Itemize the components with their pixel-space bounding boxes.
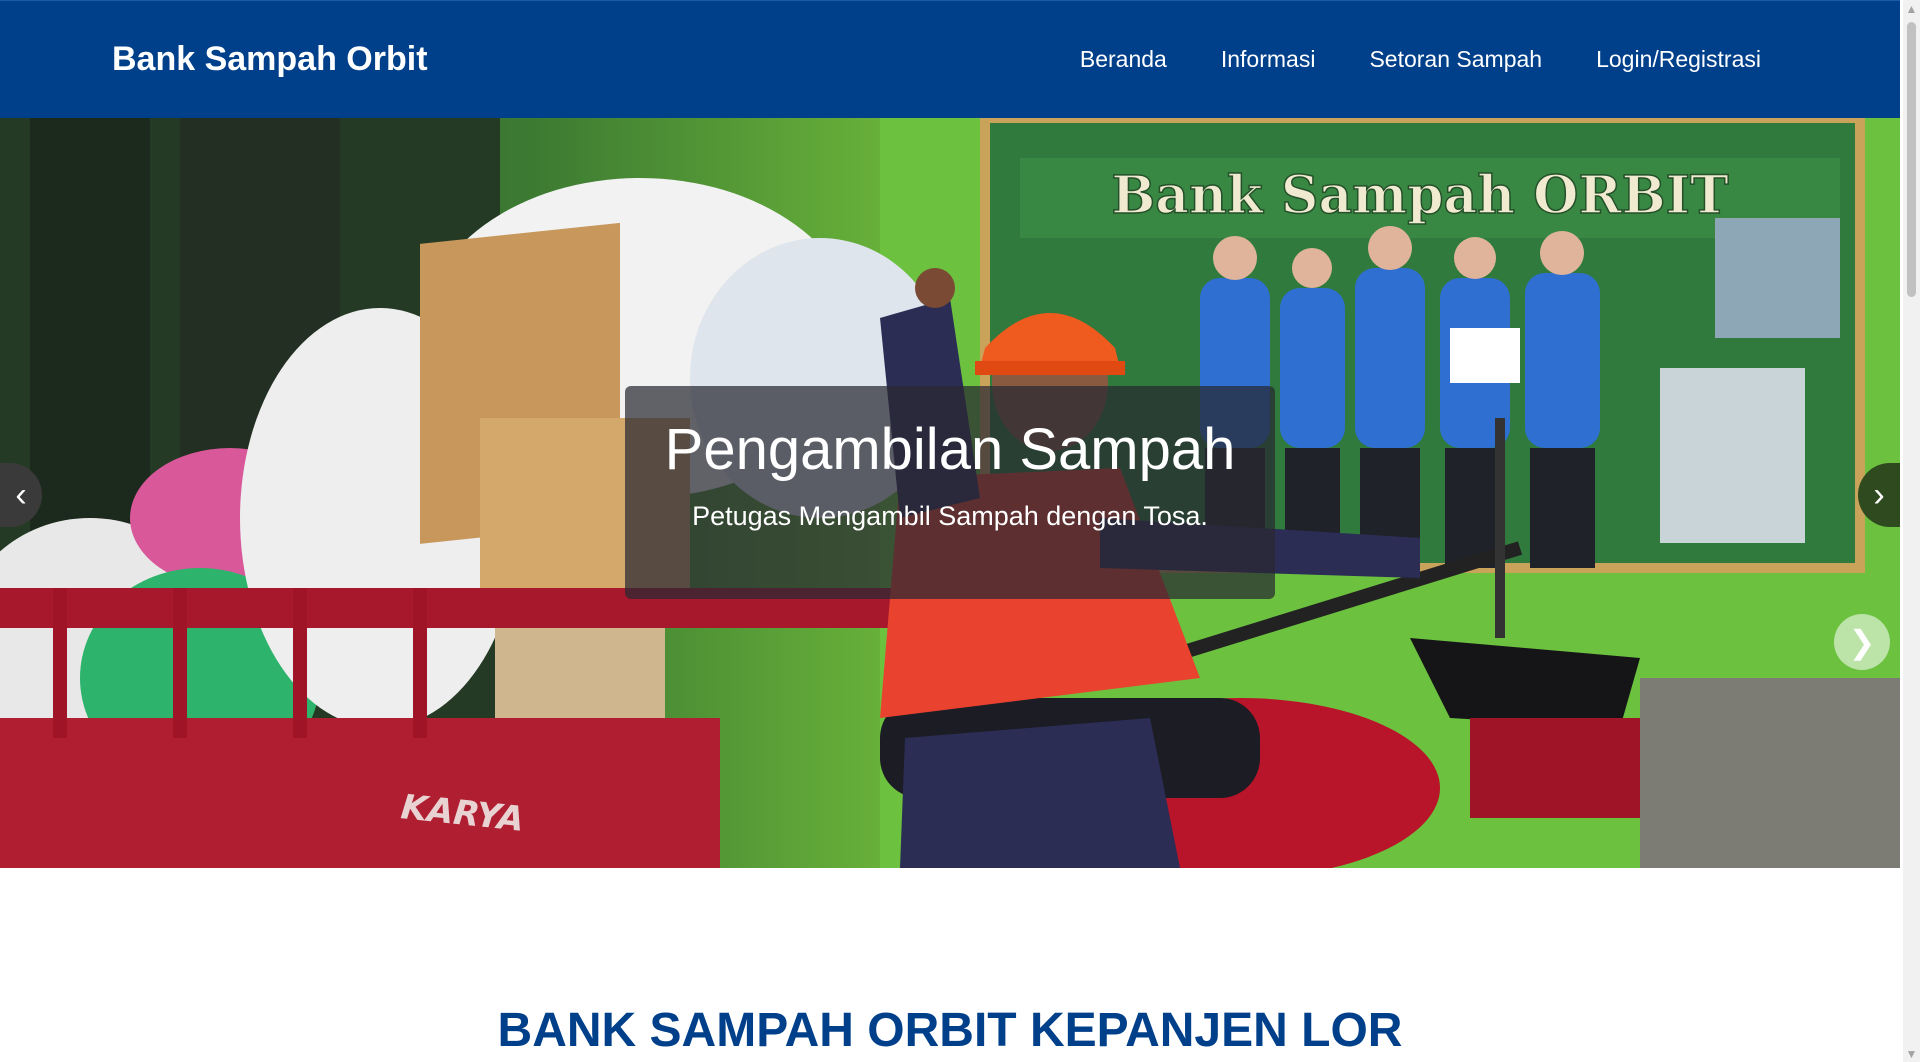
- section-title: BANK SAMPAH ORBIT KEPANJEN LOR: [497, 1004, 1403, 1057]
- scrollbar-thumb[interactable]: [1907, 22, 1916, 297]
- carousel-caption: Pengambilan Sampah Petugas Mengambil Sam…: [625, 386, 1275, 599]
- chevron-right-circle-icon: ❯: [1848, 624, 1876, 660]
- nav-link-setoran-sampah[interactable]: Setoran Sampah: [1369, 46, 1542, 73]
- page-scrollbar[interactable]: ▲ ▼: [1903, 0, 1920, 1062]
- brand-logo-link[interactable]: Bank Sampah Orbit: [112, 40, 428, 79]
- chevron-left-icon: ‹: [15, 475, 27, 514]
- hero-carousel: Bank Sampah ORBIT KARYA Pengambilan Samp…: [0, 118, 1900, 868]
- scroll-up-icon[interactable]: ▲: [1903, 0, 1920, 17]
- caption-text: Petugas Mengambil Sampah dengan Tosa.: [692, 501, 1208, 531]
- chevron-right-icon: ›: [1873, 475, 1885, 514]
- caption-title: Pengambilan Sampah: [664, 417, 1236, 482]
- top-navbar: Bank Sampah Orbit Beranda Informasi Seto…: [0, 0, 1900, 118]
- nav-link-beranda[interactable]: Beranda: [1080, 46, 1167, 73]
- carousel-next-circle-button[interactable]: ❯: [1834, 614, 1890, 670]
- scroll-down-icon[interactable]: ▼: [1903, 1045, 1920, 1062]
- nav-link-login-registrasi[interactable]: Login/Registrasi: [1596, 46, 1761, 73]
- banner-text: Bank Sampah ORBIT: [1111, 165, 1729, 226]
- nav-link-informasi[interactable]: Informasi: [1221, 46, 1316, 73]
- nav-links: Beranda Informasi Setoran Sampah Login/R…: [1080, 46, 1761, 73]
